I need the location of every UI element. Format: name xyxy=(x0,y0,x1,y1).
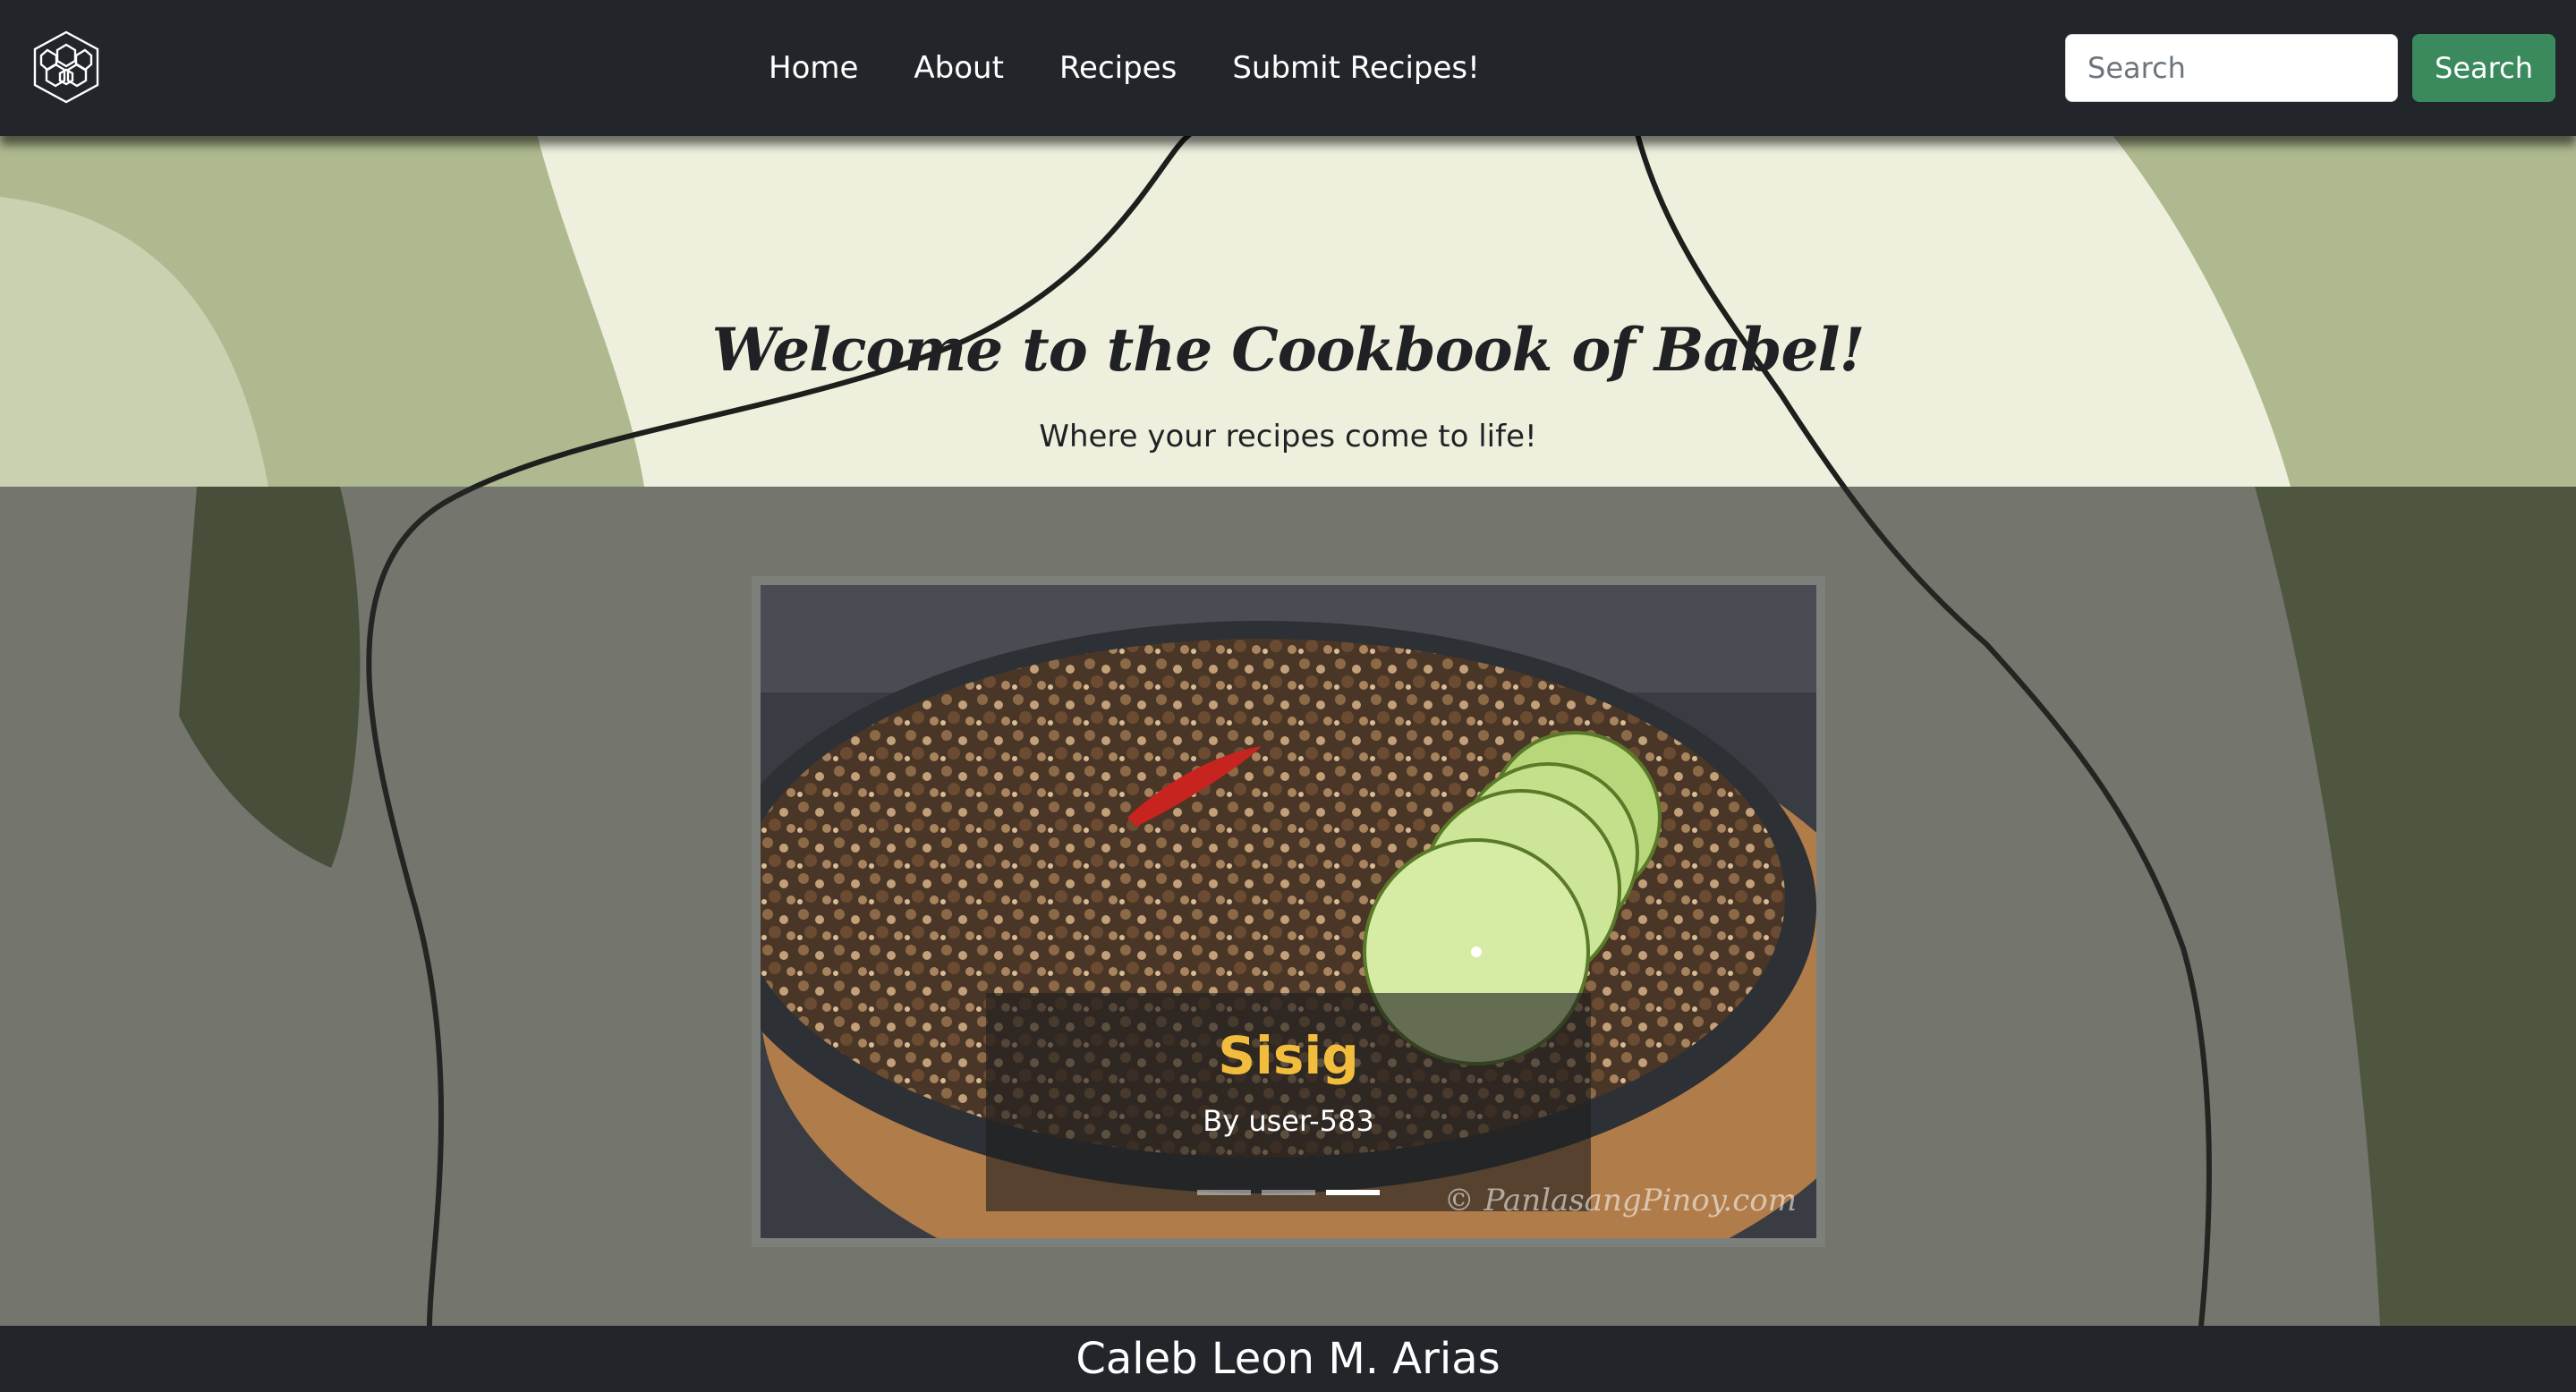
carousel-indicator-3[interactable] xyxy=(1326,1190,1380,1195)
recipe-author: By user-583 xyxy=(1203,1104,1374,1138)
search-button[interactable]: Search xyxy=(2412,34,2555,102)
hexagon-honeycomb-icon[interactable] xyxy=(32,30,100,104)
carousel-indicator-2[interactable] xyxy=(1262,1190,1315,1195)
hero-subtitle: Where your recipes come to life! xyxy=(1039,419,1537,454)
footer-author: Caleb Leon M. Arias xyxy=(1075,1334,1501,1384)
nav-link-submit-recipes[interactable]: Submit Recipes! xyxy=(1204,50,1507,86)
hero-title: Welcome to the Cookbook of Babel! xyxy=(711,315,1865,385)
nav-link-about[interactable]: About xyxy=(886,50,1032,86)
search-form: Search xyxy=(2065,34,2555,102)
footer: Caleb Leon M. Arias xyxy=(0,1326,2576,1392)
carousel-indicator-1[interactable] xyxy=(1197,1190,1251,1195)
nav-link-recipes[interactable]: Recipes xyxy=(1032,50,1204,86)
nav-links: Home About Recipes Submit Recipes! xyxy=(741,0,1508,136)
recipe-carousel[interactable]: Sisig By user-583 © PanlasangPinoy.com xyxy=(752,576,1825,1247)
nav-link-home[interactable]: Home xyxy=(741,50,886,86)
search-input[interactable] xyxy=(2065,34,2398,102)
image-watermark: © PanlasangPinoy.com xyxy=(1443,1183,1797,1218)
recipe-title[interactable]: Sisig xyxy=(986,1025,1591,1086)
slide-caption: Sisig By user-583 xyxy=(986,993,1591,1211)
navbar: Home About Recipes Submit Recipes! Searc… xyxy=(0,0,2576,136)
hero-section: Welcome to the Cookbook of Babel! Where … xyxy=(0,136,2576,487)
